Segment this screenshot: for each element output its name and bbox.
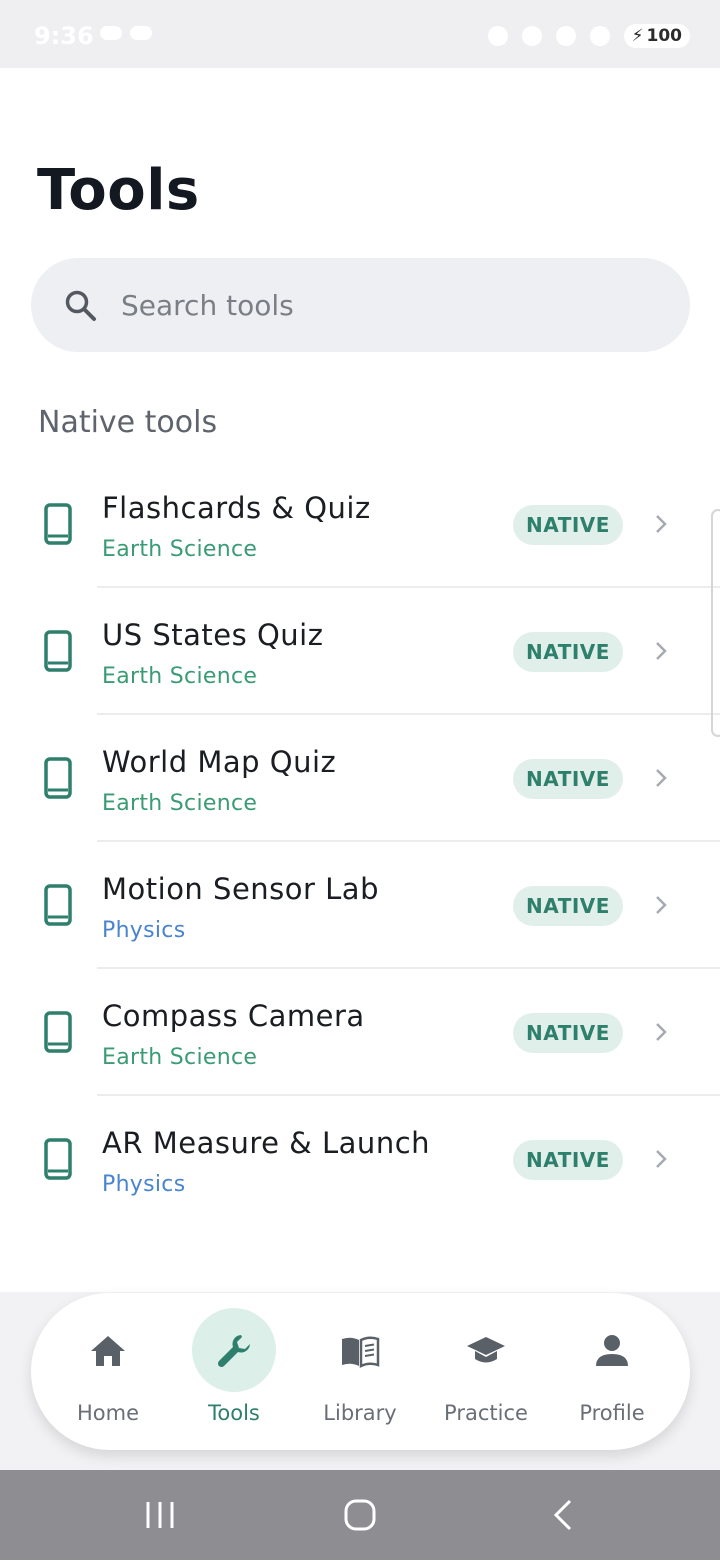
scroll-edge-indicator bbox=[711, 509, 720, 737]
cloud-icon bbox=[100, 26, 122, 40]
tool-subject: Earth Science bbox=[102, 664, 258, 689]
location-icon bbox=[521, 26, 542, 46]
tool-name: Compass Camera bbox=[102, 999, 365, 1033]
tool-name: Motion Sensor Lab bbox=[102, 872, 379, 906]
native-badge: NATIVE bbox=[513, 759, 623, 799]
home-icon bbox=[91, 1336, 125, 1366]
nav-item-practice[interactable]: Practice bbox=[423, 1293, 549, 1450]
tool-row[interactable]: Compass Camera Earth Science NATIVE bbox=[0, 969, 720, 1096]
nav-label-tools: Tools bbox=[208, 1401, 260, 1425]
back-icon[interactable] bbox=[548, 1498, 578, 1532]
mute-icon bbox=[487, 26, 508, 46]
tool-row[interactable]: Flashcards & Quiz Earth Science NATIVE bbox=[0, 461, 720, 588]
nav-item-profile[interactable]: Profile bbox=[549, 1293, 675, 1450]
tool-subject: Physics bbox=[102, 918, 186, 943]
phone-icon bbox=[44, 503, 72, 545]
system-nav-bar bbox=[0, 1470, 720, 1560]
tool-row[interactable]: US States Quiz Earth Science NATIVE bbox=[0, 588, 720, 715]
chevron-right-icon bbox=[656, 515, 667, 533]
native-badge: NATIVE bbox=[513, 1140, 623, 1180]
search-bar[interactable] bbox=[31, 258, 690, 352]
tool-name: Flashcards & Quiz bbox=[102, 491, 371, 525]
chevron-right-icon bbox=[656, 1150, 667, 1168]
chevron-right-icon bbox=[656, 642, 667, 660]
tool-row[interactable]: Motion Sensor Lab Physics NATIVE bbox=[0, 842, 720, 969]
native-badge: NATIVE bbox=[513, 505, 623, 545]
tool-row[interactable]: AR Measure & Launch Physics NATIVE bbox=[0, 1096, 720, 1223]
nav-label-home: Home bbox=[76, 1401, 139, 1425]
tool-list: Flashcards & Quiz Earth Science NATIVE US S… bbox=[0, 461, 720, 1223]
native-badge: NATIVE bbox=[513, 632, 623, 672]
phone-icon bbox=[44, 630, 72, 672]
nav-item-library[interactable]: Library bbox=[297, 1293, 423, 1450]
graduation-cap-icon bbox=[467, 1337, 505, 1363]
chevron-right-icon bbox=[656, 1023, 667, 1041]
book-icon bbox=[342, 1336, 380, 1369]
tool-subject: Physics bbox=[102, 1172, 186, 1197]
phone-icon bbox=[44, 1138, 72, 1180]
native-badge: NATIVE bbox=[513, 1013, 623, 1053]
tool-subject: Earth Science bbox=[102, 791, 258, 816]
phone-icon bbox=[44, 1011, 72, 1053]
status-notification-icons bbox=[100, 26, 152, 40]
status-time: 9:36 bbox=[34, 22, 94, 50]
tool-name: US States Quiz bbox=[102, 618, 324, 652]
nav-item-home[interactable]: Home bbox=[45, 1293, 171, 1450]
person-icon bbox=[596, 1335, 628, 1366]
wrench-icon bbox=[217, 1335, 250, 1368]
chevron-right-icon bbox=[656, 769, 667, 787]
status-bar: 9:36 ⚡ 100 bbox=[0, 0, 720, 68]
phone-icon bbox=[44, 884, 72, 926]
tool-row[interactable]: World Map Quiz Earth Science NATIVE bbox=[0, 715, 720, 842]
recent-apps-icon[interactable] bbox=[143, 1498, 177, 1532]
battery-icon: ⚡ bbox=[631, 26, 644, 46]
tool-name: World Map Quiz bbox=[102, 745, 337, 779]
battery-indicator: ⚡ 100 bbox=[623, 24, 690, 48]
nav-label-profile: Profile bbox=[579, 1401, 645, 1425]
signal-icon bbox=[589, 26, 610, 46]
nav-label-library: Library bbox=[323, 1401, 397, 1425]
chevron-right-icon bbox=[656, 896, 667, 914]
tool-name: AR Measure & Launch bbox=[102, 1126, 431, 1160]
page-title: Tools bbox=[37, 158, 200, 223]
search-input[interactable] bbox=[121, 258, 661, 352]
search-icon bbox=[65, 290, 96, 321]
nav-item-tools[interactable]: Tools bbox=[171, 1293, 297, 1450]
tool-subject: Earth Science bbox=[102, 1045, 258, 1070]
phone-icon bbox=[44, 757, 72, 799]
wifi-icon bbox=[555, 26, 576, 46]
status-right: ⚡ 100 bbox=[487, 24, 690, 48]
tool-subject: Earth Science bbox=[102, 537, 258, 562]
native-badge: NATIVE bbox=[513, 886, 623, 926]
cloud-icon bbox=[130, 26, 152, 40]
nav-label-practice: Practice bbox=[444, 1401, 528, 1425]
home-button-icon[interactable] bbox=[343, 1498, 377, 1532]
bottom-nav: Home Tools Library Practice Profile bbox=[31, 1293, 690, 1450]
section-label: Native tools bbox=[38, 405, 218, 440]
battery-level: 100 bbox=[646, 26, 683, 46]
